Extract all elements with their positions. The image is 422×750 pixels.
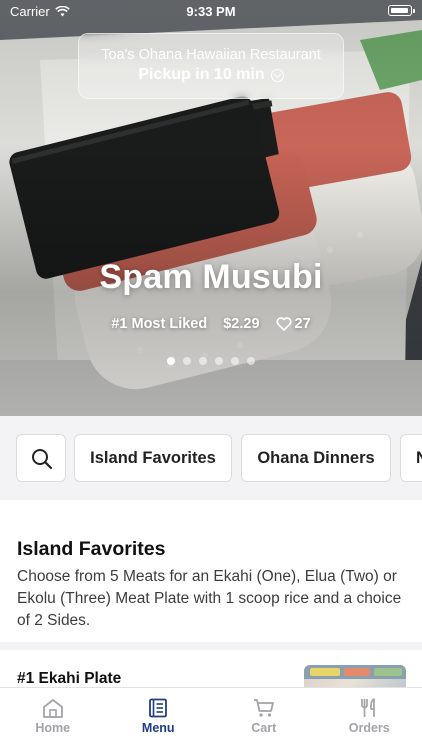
carousel-dot[interactable] — [247, 357, 255, 365]
search-button[interactable] — [16, 434, 66, 482]
dish-title: Spam Musubi — [99, 258, 323, 296]
heart-icon — [275, 317, 292, 331]
category-bar: Island Favorites Ohana Dinners N — [0, 416, 422, 500]
dish-meta: #1 Most Liked $2.29 27 — [0, 316, 422, 332]
menu-section: Island Favorites Choose from 5 Meats for… — [0, 500, 422, 642]
tab-menu[interactable]: Menu — [106, 688, 212, 750]
tab-bar: Home Menu Cart Orders — [0, 687, 422, 750]
app-screen: Carrier 9:33 PM Toa's Ohana Hawaiian Res… — [0, 0, 422, 750]
tab-menu-label: Menu — [141, 721, 175, 735]
chip-island-favorites[interactable]: Island Favorites — [74, 434, 232, 482]
cart-icon — [253, 699, 274, 717]
section-divider — [0, 642, 422, 650]
tab-cart-label: Cart — [251, 721, 277, 735]
tab-home-label: Home — [35, 721, 71, 735]
status-time: 9:33 PM — [186, 4, 236, 19]
chevron-down-icon — [270, 68, 284, 82]
dish-price: $2.29 — [223, 316, 260, 332]
carousel-dot[interactable] — [199, 357, 207, 365]
status-bar: Carrier 9:33 PM — [0, 0, 422, 22]
tab-orders-label: Orders — [348, 721, 390, 735]
dish-likes[interactable]: 27 — [275, 316, 311, 332]
battery-icon — [388, 5, 415, 16]
search-icon — [32, 449, 53, 470]
home-icon — [42, 699, 63, 718]
section-title: Island Favorites — [17, 538, 166, 560]
carousel-dot[interactable] — [167, 357, 175, 365]
carousel-dot[interactable] — [183, 357, 191, 365]
section-description: Choose from 5 Meats for an Ekahi (One), … — [17, 568, 402, 629]
hero-image[interactable]: Carrier 9:33 PM Toa's Ohana Hawaiian Res… — [0, 0, 422, 416]
tab-home[interactable]: Home — [0, 688, 106, 750]
menu-icon — [149, 698, 168, 718]
menu-item-name: #1 Ekahi Plate — [17, 670, 122, 687]
pickup-time: Pickup in 10 min — [79, 66, 343, 84]
dish-rank: #1 Most Liked — [111, 316, 208, 332]
pickup-time-label: Pickup in 10 min — [138, 66, 265, 83]
chip-more[interactable]: N — [400, 434, 422, 482]
likes-count: 27 — [294, 316, 311, 332]
pickup-selector[interactable]: Toa's Ohana Hawaiian Restaurant Pickup i… — [78, 33, 344, 99]
carousel-dot[interactable] — [215, 357, 223, 365]
restaurant-name: Toa's Ohana Hawaiian Restaurant — [101, 47, 321, 63]
tab-orders[interactable]: Orders — [317, 688, 422, 750]
carousel-dot[interactable] — [231, 357, 239, 365]
tab-cart[interactable]: Cart — [211, 688, 317, 750]
carousel-dots[interactable] — [0, 357, 422, 365]
chip-ohana-dinners[interactable]: Ohana Dinners — [241, 434, 391, 482]
fork-knife-icon — [361, 698, 376, 717]
menu-item[interactable]: #1 Ekahi Plate — [0, 650, 422, 690]
